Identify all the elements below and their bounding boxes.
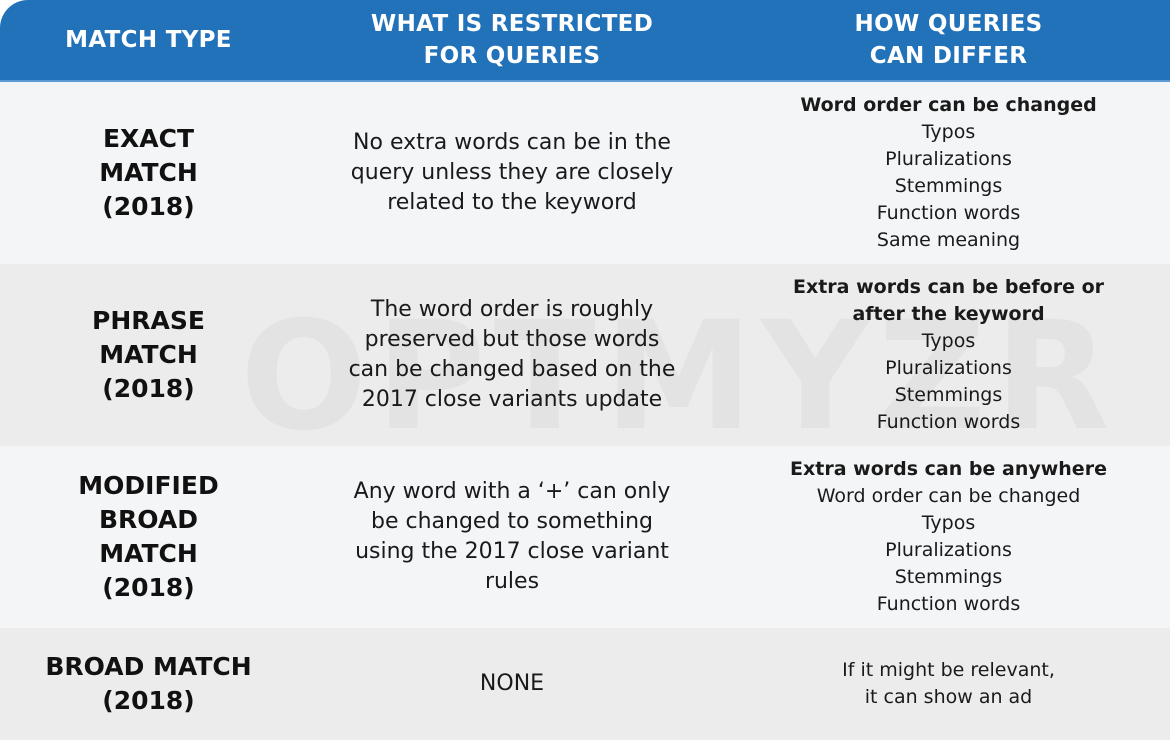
cell-line: can be changed based on the	[348, 357, 676, 382]
cell-line: Pluralizations	[885, 148, 1012, 170]
cell-line: BROAD MATCH	[45, 652, 252, 681]
cell-line: Stemmings	[894, 175, 1003, 197]
differ-cell: Extra words can be anywhere Word order ca…	[727, 446, 1170, 628]
table-header: MATCH TYPE WHAT IS RESTRICTED FOR QUERIE…	[0, 0, 1170, 82]
cell-line: The word order is roughly	[370, 297, 654, 322]
cell-line-bold: Extra words can be anywhere	[790, 458, 1107, 480]
restricted-cell: NONE	[297, 628, 727, 740]
cell-line: BROAD	[99, 505, 198, 534]
cell-line: (2018)	[102, 573, 195, 602]
cell-line: Stemmings	[894, 566, 1003, 588]
cell-line: PHRASE	[92, 306, 205, 335]
cell-line: it can show an ad	[864, 686, 1033, 708]
header-differ: HOW QUERIES CAN DIFFER	[727, 0, 1170, 80]
table-row: EXACT MATCH (2018) No extra words can be in…	[0, 82, 1170, 264]
cell-line: (2018)	[102, 374, 195, 403]
table-row: MODIFIED BROAD MATCH (2018) Any word with a …	[0, 446, 1170, 628]
cell-line: query unless they are closely	[350, 160, 674, 185]
cell-line-bold: Word order can be changed	[800, 94, 1097, 116]
cell-line: rules	[484, 569, 540, 594]
cell-line: EXACT	[102, 124, 195, 153]
cell-line: preserved but those words	[364, 327, 660, 352]
cell-line: Function words	[876, 593, 1021, 615]
cell-line: Function words	[876, 411, 1021, 433]
differ-cell: Word order can be changed Typos Pluralizat…	[727, 82, 1170, 264]
cell-line: related to the keyword	[387, 190, 637, 215]
match-type-cell: MODIFIED BROAD MATCH (2018)	[0, 446, 297, 628]
cell-line: MATCH	[99, 158, 198, 187]
restricted-cell: The word order is roughly preserved but t…	[297, 264, 727, 446]
cell-line: Function words	[876, 202, 1021, 224]
cell-line-bold: Extra words can be before or	[792, 276, 1105, 298]
table-row: PHRASE MATCH (2018) The word order is rough…	[0, 264, 1170, 446]
match-type-cell: BROAD MATCH (2018)	[0, 628, 297, 740]
cell-line: Stemmings	[894, 384, 1003, 406]
cell-line: Same meaning	[876, 229, 1021, 251]
restricted-cell: No extra words can be in the query unless…	[297, 82, 727, 264]
cell-line: (2018)	[102, 686, 195, 715]
cell-line: using the 2017 close variant	[355, 539, 669, 564]
cell-line: (2018)	[102, 192, 195, 221]
cell-line: NONE	[479, 671, 545, 696]
cell-line: MATCH	[99, 539, 198, 568]
cell-line: Pluralizations	[885, 539, 1012, 561]
header-label: HOW QUERIES CAN DIFFER	[854, 11, 1043, 69]
cell-line: Typos	[921, 512, 976, 534]
cell-line: No extra words can be in the	[353, 130, 671, 155]
header-match-type: MATCH TYPE	[0, 0, 297, 80]
header-restricted: WHAT IS RESTRICTED FOR QUERIES	[297, 0, 727, 80]
cell-line: Any word with a ‘+’ can only	[353, 479, 671, 504]
table-row: BROAD MATCH (2018) NONE If it might be rele…	[0, 628, 1170, 740]
cell-line: MODIFIED	[78, 471, 219, 500]
cell-line: Pluralizations	[885, 357, 1012, 379]
cell-line: 2017 close variants update	[361, 387, 663, 412]
differ-cell: If it might be relevant, it can show an a…	[727, 628, 1170, 740]
cell-line: MATCH	[99, 340, 198, 369]
cell-line: Typos	[921, 121, 976, 143]
restricted-cell: Any word with a ‘+’ can only be changed t…	[297, 446, 727, 628]
cell-line: Typos	[921, 330, 976, 352]
cell-line: Word order can be changed	[816, 485, 1081, 507]
match-type-cell: PHRASE MATCH (2018)	[0, 264, 297, 446]
cell-line: If it might be relevant,	[842, 659, 1055, 681]
header-label: MATCH TYPE	[65, 27, 232, 53]
match-type-cell: EXACT MATCH (2018)	[0, 82, 297, 264]
cell-line-bold: after the keyword	[852, 303, 1045, 325]
header-label: WHAT IS RESTRICTED FOR QUERIES	[370, 11, 654, 69]
cell-line: be changed to something	[371, 509, 653, 534]
differ-cell: Extra words can be before or after the ke…	[727, 264, 1170, 446]
